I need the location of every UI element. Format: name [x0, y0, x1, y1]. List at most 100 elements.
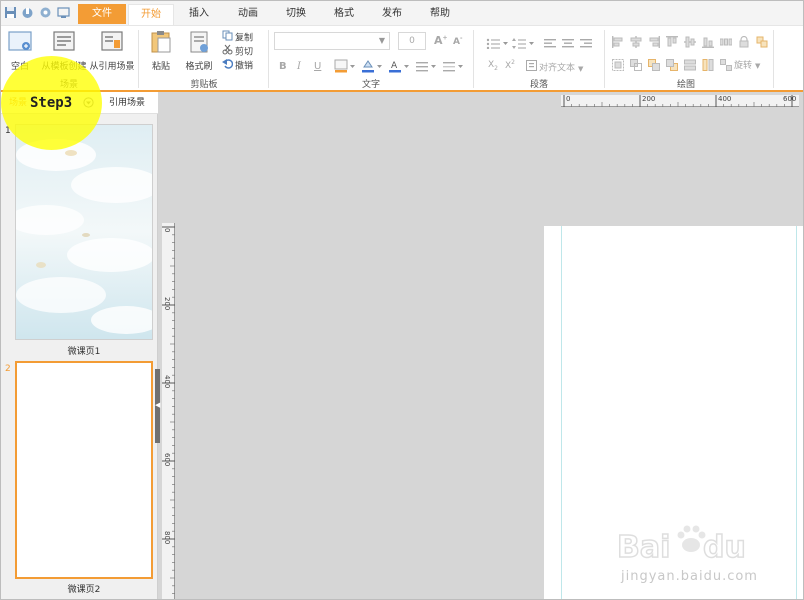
distribute-horizontal-icon[interactable]	[719, 36, 733, 51]
subscript-icon[interactable]: X2	[488, 60, 498, 72]
rotate-button[interactable]: 旋转 ▼	[734, 59, 760, 73]
paste-button[interactable]: 粘贴	[144, 30, 178, 72]
drawing-group-label: 绘图	[676, 80, 695, 90]
fill-color-icon[interactable]	[361, 59, 383, 76]
send-backward-icon[interactable]	[630, 59, 642, 74]
blank-scene-icon	[1, 30, 39, 57]
paste-label: 粘贴	[151, 62, 170, 72]
reference-scene-icon	[89, 30, 135, 57]
undo-icon	[222, 58, 234, 74]
copy-button[interactable]: 复制	[222, 30, 253, 44]
settings-icon[interactable]	[39, 6, 52, 19]
horizontal-ruler: 0 200 400 600	[561, 95, 799, 107]
same-height-icon[interactable]	[702, 59, 714, 74]
undo-button[interactable]: 撤销	[222, 58, 253, 72]
tab-help[interactable]: 帮助	[418, 4, 462, 24]
ribbon-separator	[138, 30, 139, 88]
tab-publish[interactable]: 发布	[370, 4, 414, 24]
font-color-icon[interactable]: A	[388, 59, 410, 76]
slide-panel: 场景 引用场景 1	[1, 92, 161, 599]
cut-button[interactable]: 剪切	[222, 44, 253, 58]
group-objects-icon[interactable]	[756, 36, 768, 51]
italic-icon[interactable]: I	[297, 61, 301, 72]
line-style-icon[interactable]	[415, 60, 437, 75]
underline-icon[interactable]: U	[314, 61, 321, 72]
align-objects-top-icon[interactable]	[666, 36, 678, 51]
paste-icon	[144, 30, 178, 57]
line-spacing-icon[interactable]	[512, 38, 536, 52]
template-icon	[39, 30, 89, 57]
publish-icon[interactable]	[21, 6, 34, 19]
bold-icon[interactable]: B	[279, 61, 287, 72]
ruler-tick-label: 400	[163, 375, 171, 389]
from-reference-scene-button[interactable]: 从引用场景	[89, 30, 135, 72]
tab-format[interactable]: 格式	[322, 4, 366, 24]
superscript-icon[interactable]: X2	[505, 59, 515, 71]
same-size-icon[interactable]	[720, 59, 732, 74]
chevron-down-icon: ▼	[378, 36, 385, 45]
format-painter-label: 格式刷	[185, 62, 213, 72]
ruler-tick-label: 800	[163, 531, 171, 545]
slide-thumbnail-1[interactable]	[8, 124, 161, 340]
tab-insert[interactable]: 插入	[177, 4, 221, 24]
align-objects-middle-icon[interactable]	[684, 36, 696, 51]
svg-text:A: A	[391, 61, 398, 71]
sky-clouds-image	[8, 125, 161, 339]
increase-font-icon[interactable]: A+	[434, 34, 448, 47]
bullet-list-icon[interactable]	[486, 38, 510, 52]
align-right-icon[interactable]	[580, 38, 592, 52]
font-size-input[interactable]: 0	[398, 32, 426, 50]
align-text-button[interactable]: 对齐文本 ▼	[526, 60, 583, 74]
tab-home[interactable]: 开始	[128, 4, 174, 25]
align-objects-left-icon[interactable]	[612, 36, 624, 51]
border-style-icon[interactable]	[442, 60, 464, 75]
align-center-icon[interactable]	[562, 38, 574, 52]
ruler-tick-label: 200	[642, 95, 656, 103]
bring-to-front-icon[interactable]	[648, 59, 660, 74]
align-text-label: 对齐文本	[539, 63, 576, 74]
decrease-font-icon[interactable]: A-	[453, 35, 462, 47]
vertical-ruler: 0 200 400 600 800	[162, 223, 175, 599]
format-painter-button[interactable]: 格式刷	[180, 30, 218, 72]
watermark-url: jingyan.baidu.com	[621, 569, 758, 584]
paragraph-group-label: 段落	[529, 80, 548, 90]
ribbon-separator	[268, 30, 269, 88]
chevron-left-icon: ◀	[155, 401, 161, 409]
preview-icon[interactable]	[57, 6, 70, 19]
align-text-icon	[526, 60, 537, 76]
cut-label: 剪切	[235, 47, 254, 58]
align-objects-right-icon[interactable]	[648, 36, 660, 51]
bring-forward-icon[interactable]	[612, 59, 624, 74]
panel-splitter-handle[interactable]: ◀	[155, 369, 160, 443]
font-family-select[interactable]: ▼	[274, 32, 390, 50]
ruler-tick-label: 0	[163, 228, 171, 233]
tab-animation[interactable]: 动画	[226, 4, 270, 24]
chevron-down-icon: ▼	[578, 64, 584, 73]
lock-icon[interactable]	[738, 35, 750, 51]
highlight-color-icon[interactable]	[334, 59, 356, 76]
ruler-tick-label: 600	[163, 453, 171, 467]
save-icon[interactable]	[4, 6, 17, 19]
align-objects-bottom-icon[interactable]	[702, 36, 714, 51]
tab-transition[interactable]: 切换	[274, 4, 318, 24]
tab-file[interactable]: 文件	[78, 4, 126, 24]
same-width-icon[interactable]	[684, 59, 696, 74]
app-window: 文件 开始 插入 动画 切换 格式 发布 帮助 空白 从模板创建 从引用场景	[0, 0, 804, 600]
ruler-tick-label: 0	[566, 95, 571, 103]
svg-text:du: du	[703, 530, 746, 565]
svg-text:Bai: Bai	[617, 530, 670, 565]
slide-thumbnail-2[interactable]	[15, 361, 153, 579]
ruler-tick-label: 200	[163, 297, 171, 311]
align-objects-center-icon[interactable]	[630, 36, 642, 51]
send-to-back-icon[interactable]	[666, 59, 678, 74]
safe-area-guide	[796, 226, 797, 599]
text-group-label: 文字	[361, 80, 380, 90]
chevron-down-icon: ▼	[755, 62, 761, 70]
align-left-icon[interactable]	[544, 38, 556, 52]
undo-label: 撤销	[235, 61, 254, 72]
safe-area-guide	[561, 226, 562, 599]
ribbon-separator	[604, 30, 605, 88]
ruler-tick-label: 600	[783, 95, 797, 103]
rotate-label: 旋转	[734, 61, 753, 71]
tab-reference-scenes[interactable]: 引用场景	[109, 92, 145, 114]
